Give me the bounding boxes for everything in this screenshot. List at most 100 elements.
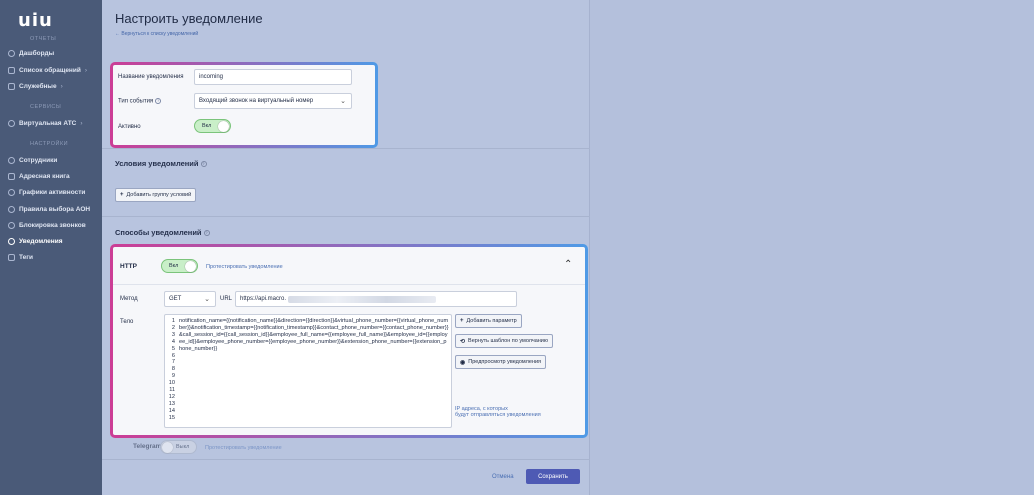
plus-icon: + <box>120 192 124 198</box>
preview-button[interactable]: ◉ Предпросмотр уведомления <box>455 355 547 369</box>
sidebar-item-label: Адресная книга <box>19 172 70 180</box>
body-editor[interactable]: 1 2 3 4 5 6 7 8 9 10 11 12 13 14 15 notification_name=… <box>164 314 452 428</box>
sidebar-item-notifications[interactable]: Уведомления <box>8 236 98 246</box>
divider <box>102 459 590 460</box>
rules-icon <box>8 205 15 213</box>
sidebar-item-label: Список обращений <box>19 66 81 74</box>
block-icon <box>8 221 15 229</box>
help-icon[interactable]: ? <box>203 230 210 237</box>
undo-icon: ⟲ <box>460 338 466 345</box>
sidebar-item-label: Служебные <box>19 82 57 90</box>
toggle-knob <box>162 442 173 453</box>
line-number: 12 <box>168 393 175 400</box>
url-value: https://api.macro. <box>240 296 287 302</box>
button-label: Добавить группу условий <box>126 192 192 198</box>
event-type-label: Тип события? <box>118 98 162 105</box>
http-toggle[interactable]: Вкл <box>161 259 198 273</box>
sidebar-item-label: Виртуальная АТС <box>19 119 77 127</box>
divider <box>102 148 590 149</box>
sidebar-item-vpbx[interactable]: Виртуальная АТС › <box>8 118 98 128</box>
sidebar-item-address-book[interactable]: Адресная книга <box>8 171 98 181</box>
reset-template-button[interactable]: ⟲ Вернуть шаблон по умолчанию <box>455 334 554 348</box>
http-label: HTTP <box>120 263 137 270</box>
chevron-down-icon: ⌄ <box>204 296 210 303</box>
line-number: 15 <box>168 414 175 421</box>
chevron-up-icon[interactable]: ⌃ <box>564 259 572 270</box>
toggle-knob <box>218 121 229 132</box>
http-card-header: HTTP Вкл Протестировать уведомление ⌃ <box>113 247 585 285</box>
clock-icon <box>8 188 15 196</box>
telegram-test-link[interactable]: Протестировать уведомление <box>205 445 282 451</box>
notification-name-input[interactable]: incoming <box>194 69 352 85</box>
event-type-select[interactable]: Входящий звонок на виртуальный номер ⌄ <box>194 93 352 109</box>
chevron-down-icon: ⌄ <box>340 98 346 105</box>
line-number: 2 <box>171 324 175 331</box>
method-value: GET <box>169 296 182 302</box>
main-panel: Настроить уведомление ← Вернуться к спис… <box>102 0 590 495</box>
line-number: 14 <box>168 407 175 414</box>
help-icon[interactable]: ? <box>200 161 207 168</box>
add-parameter-button[interactable]: + Добавить параметр <box>455 314 522 328</box>
line-number: 11 <box>169 387 175 394</box>
users-icon <box>8 156 15 164</box>
sidebar-item-label: Правила выбора АОН <box>19 205 91 213</box>
plus-icon: + <box>460 318 464 324</box>
event-type-label-text: Тип события <box>118 98 154 105</box>
toggle-knob <box>185 261 196 272</box>
method-select[interactable]: GET ⌄ <box>164 291 216 307</box>
line-number: 3 <box>171 331 175 338</box>
line-numbers: 1 2 3 4 5 6 7 8 9 10 11 12 13 14 15 <box>165 318 175 422</box>
help-icon[interactable]: ? <box>155 98 162 104</box>
line-number: 7 <box>171 359 175 366</box>
sidebar-item-service[interactable]: Служебные › <box>8 81 98 91</box>
general-settings-card: Название уведомления incoming Тип событи… <box>110 62 378 148</box>
sidebar-item-label: Блокировка звонков <box>19 221 86 229</box>
sidebar-item-requests[interactable]: Список обращений › <box>8 65 98 75</box>
line-number: 9 <box>171 373 175 380</box>
bell-icon <box>8 237 15 245</box>
sidebar-item-label: Теги <box>19 253 33 261</box>
active-toggle[interactable]: Вкл <box>194 119 231 133</box>
toggle-label: Вкл <box>202 123 212 129</box>
http-method-card: HTTP Вкл Протестировать уведомление ⌃ Ме… <box>110 244 588 438</box>
section-services: СЕРВИСЫ <box>30 104 62 110</box>
book-icon <box>8 172 15 180</box>
conditions-title: Условия уведомлений? <box>115 159 207 168</box>
sidebar-item-label: Графики активности <box>19 188 86 196</box>
cancel-button[interactable]: Отмена <box>492 474 514 480</box>
line-number: 6 <box>171 352 175 359</box>
section-settings: НАСТРОЙКИ <box>30 141 69 147</box>
brand-logo[interactable]: uiu <box>18 10 53 31</box>
sidebar-item-dashboards[interactable]: Дашборды <box>8 48 98 58</box>
line-number: 1 <box>171 318 175 324</box>
url-label: URL <box>220 296 233 302</box>
button-label: Предпросмотр уведомления <box>468 359 542 365</box>
sidebar-item-call-blocking[interactable]: Блокировка звонков <box>8 220 98 230</box>
methods-title-text: Способы уведомлений <box>115 228 202 237</box>
sidebar-item-tags[interactable]: Теги <box>8 252 98 262</box>
page-title: Настроить уведомление <box>115 11 263 26</box>
line-number: 4 <box>171 338 175 345</box>
ip-addresses-link[interactable]: IP адреса, с которых будут отправляться … <box>455 406 541 418</box>
chevron-right-icon: › <box>80 119 83 127</box>
url-input[interactable]: https://api.macro. <box>235 291 517 307</box>
chevron-right-icon: › <box>60 82 63 90</box>
section-reports: ОТЧЕТЫ <box>30 36 57 42</box>
button-label: Вернуть шаблон по умолчанию <box>468 338 549 344</box>
sidebar-item-employees[interactable]: Сотрудники <box>8 155 98 165</box>
sidebar: uiu ОТЧЕТЫ Дашборды Список обращений › С… <box>0 0 102 495</box>
tag-icon <box>8 253 15 261</box>
line-number: 8 <box>171 366 175 373</box>
sidebar-item-aon-rules[interactable]: Правила выбора АОН <box>8 204 98 214</box>
test-notification-link[interactable]: Протестировать уведомление <box>206 264 283 270</box>
save-button[interactable]: Сохранить <box>526 469 580 484</box>
body-text[interactable]: notification_name={{notification_name}}&… <box>179 318 449 353</box>
telegram-toggle[interactable]: Выкл <box>160 440 197 454</box>
back-link[interactable]: ← Вернуться к списку уведомлений <box>115 31 198 37</box>
add-condition-group-button[interactable]: + Добавить группу условий <box>115 188 197 202</box>
name-label: Название уведомления <box>118 74 184 80</box>
sidebar-item-schedules[interactable]: Графики активности <box>8 187 98 197</box>
telegram-label: Telegram <box>133 443 162 450</box>
dashboard-icon <box>8 49 15 57</box>
toggle-label: Вкл <box>169 263 179 269</box>
